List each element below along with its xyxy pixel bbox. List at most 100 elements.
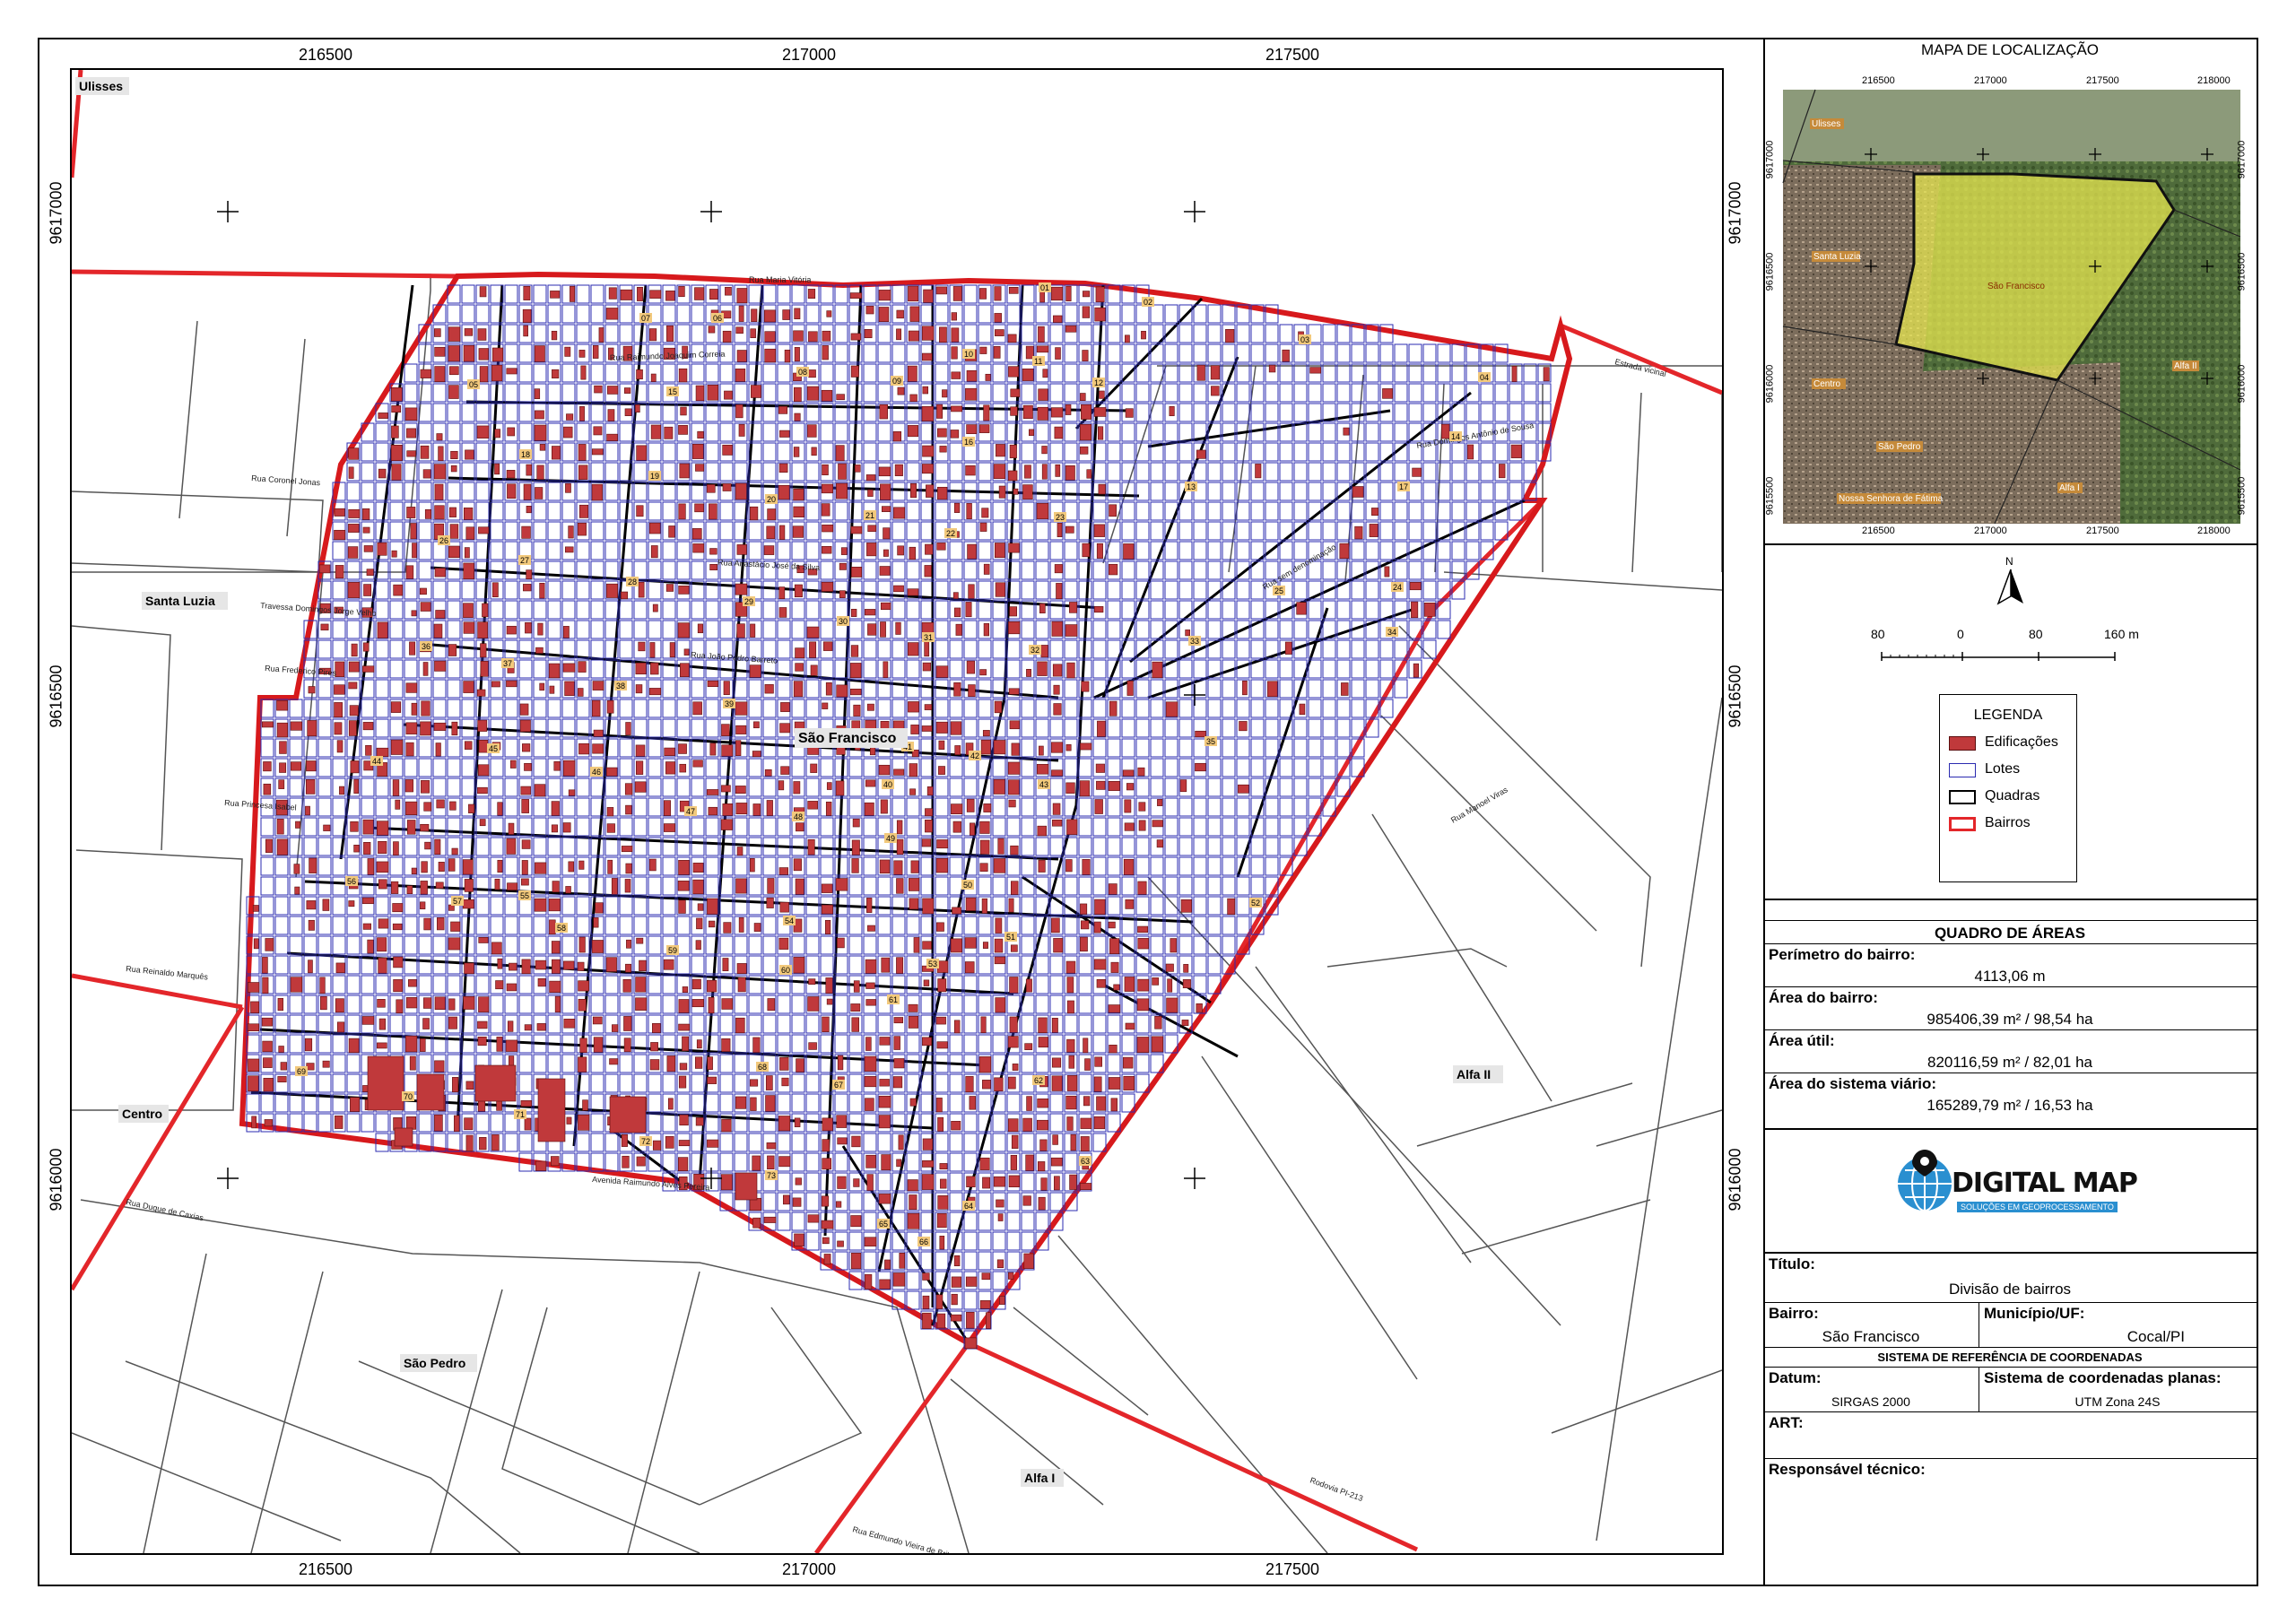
lote [891,935,906,955]
outside-blocks [72,271,1722,1553]
lote [1293,403,1308,422]
lote [504,541,518,560]
edificacao [491,347,504,362]
lote [1164,343,1178,363]
lote [432,777,447,797]
lote [1207,856,1222,876]
edificacao [723,681,730,696]
lote [1236,501,1250,521]
lote [820,600,834,620]
lote [1107,1054,1121,1073]
lote [963,304,978,324]
lote [648,916,662,935]
main-map[interactable]: Rua Maria Vitória Estrada vicinal Rua Co… [70,68,1724,1555]
edificacao [850,365,859,378]
lote [791,994,805,1014]
edificacao [721,744,734,757]
lote [691,1014,705,1034]
lote [1178,442,1193,462]
lote [1222,482,1236,501]
lote [1279,817,1293,837]
divider [1763,1128,2257,1130]
lote [1207,876,1222,896]
lote [619,758,633,777]
edificacao [378,468,387,479]
edificacao [423,917,431,931]
edificacao [435,881,444,889]
edificacao [652,1023,661,1033]
edificacao [981,508,989,518]
lote [1121,1034,1135,1054]
edificacao [865,1037,872,1051]
edificacao [935,1016,946,1025]
edificacao [825,682,832,696]
edificacao [995,917,1003,934]
lote [633,916,648,935]
lote [1279,541,1293,560]
edificacao [922,1037,933,1046]
edificacao [420,1038,426,1052]
edificacao [1055,464,1061,477]
lote [848,1152,863,1172]
lote [604,935,619,955]
bottom-tick-3: 217500 [1265,1560,1320,1578]
edificacao [996,1199,1004,1208]
edificacao [579,406,585,421]
lote [963,777,978,797]
edificacao [1022,368,1034,381]
lote [848,343,863,363]
edificacao [965,1276,978,1287]
edificacao [420,823,430,832]
lote [561,738,576,758]
lote [1021,837,1035,856]
edificacao [837,1055,844,1071]
lote [1308,442,1322,462]
edificacao [261,1017,274,1027]
edificacao [448,644,457,656]
lotes-layer [246,284,1552,1350]
lote [633,797,648,817]
quadra-number: 67 [834,1081,843,1090]
lote [648,699,662,718]
edificacao [491,364,503,382]
edificacao [825,801,832,816]
edificacao [593,1037,604,1053]
edificacao [348,524,360,533]
edificacao [1211,386,1220,396]
edificacao [994,543,1005,559]
locator-map[interactable]: 216500 217000 217500 218000 Ulisses Sant… [1779,75,2240,536]
lote [1207,896,1222,916]
lote [1422,560,1437,580]
edificacao [979,669,987,676]
edificacao [1080,1117,1092,1129]
edificacao [422,662,429,676]
edificacao [1510,444,1522,458]
lote [949,1133,963,1152]
lote [1006,994,1021,1014]
edificacao [850,1215,862,1228]
lote [518,363,533,383]
edificacao [925,543,934,555]
edificacao [1096,543,1103,559]
street-label: Rua Manoel Viras [1449,785,1509,825]
lote [533,659,547,679]
lote [1293,620,1308,639]
lote [504,600,518,620]
edificacao [840,547,848,555]
lote [906,560,920,580]
edificacao [749,506,759,521]
lote [762,935,777,955]
lote [432,955,447,975]
lote [389,620,404,639]
lote [418,679,432,699]
edificacao [625,722,631,735]
lote [1222,679,1236,699]
lote [992,1271,1006,1290]
edificacao [913,937,920,953]
lote [777,639,791,659]
lote [317,1113,332,1133]
edificacao [435,743,441,757]
edificacao [665,291,675,301]
edificacao [682,986,689,994]
edificacao [966,798,975,812]
